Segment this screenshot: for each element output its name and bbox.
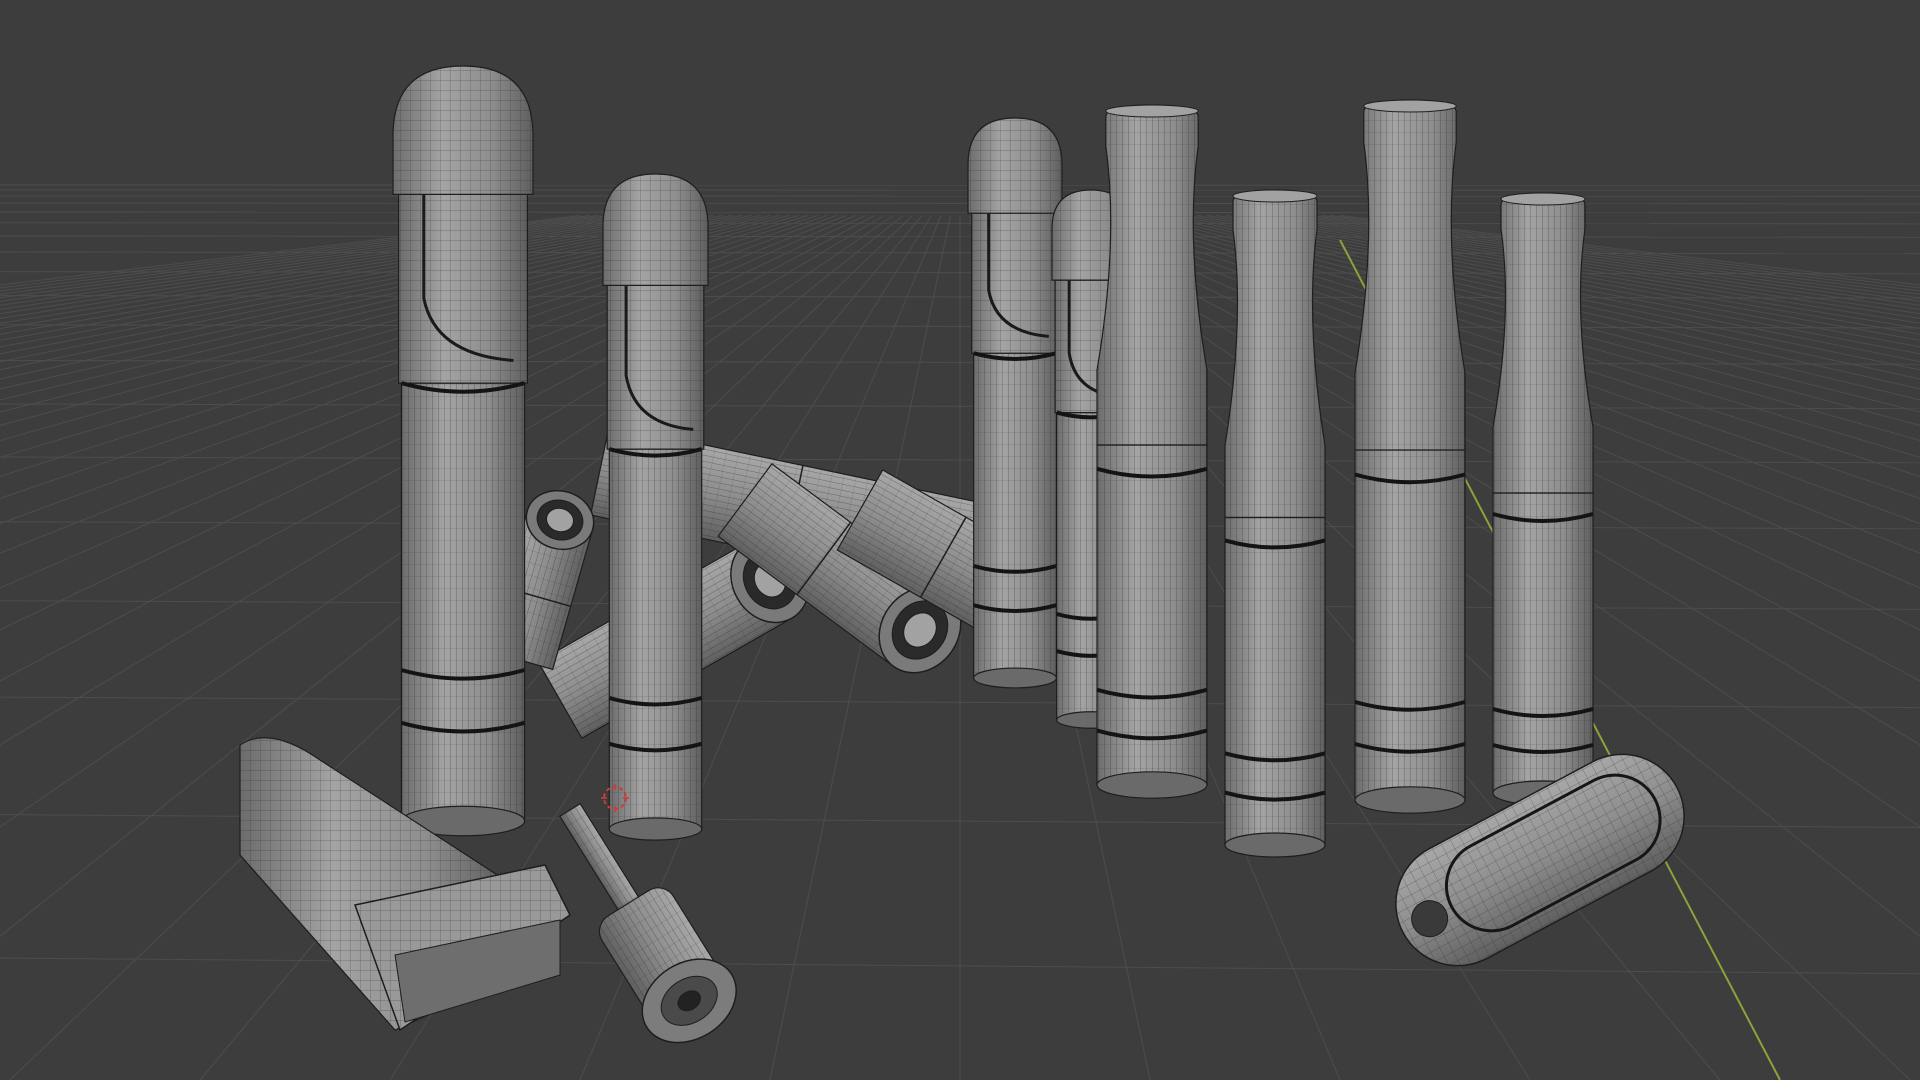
3d-viewport[interactable]: wireframe-overlay: [0, 0, 1920, 1080]
cartridge-flat-back-1: [967, 117, 1063, 689]
cartridge-drip-4: [1492, 192, 1594, 806]
viewport-canvas[interactable]: [0, 0, 1920, 1080]
cartridge-flat-front-1: [392, 65, 534, 837]
scene-objects: [239, 65, 1685, 1044]
cartridge-drip-1: [1096, 104, 1208, 799]
cartridge-drip-2: [1224, 189, 1326, 858]
cartridge-flat-front-2: [602, 173, 709, 841]
cartridge-drip-3: [1354, 99, 1466, 814]
